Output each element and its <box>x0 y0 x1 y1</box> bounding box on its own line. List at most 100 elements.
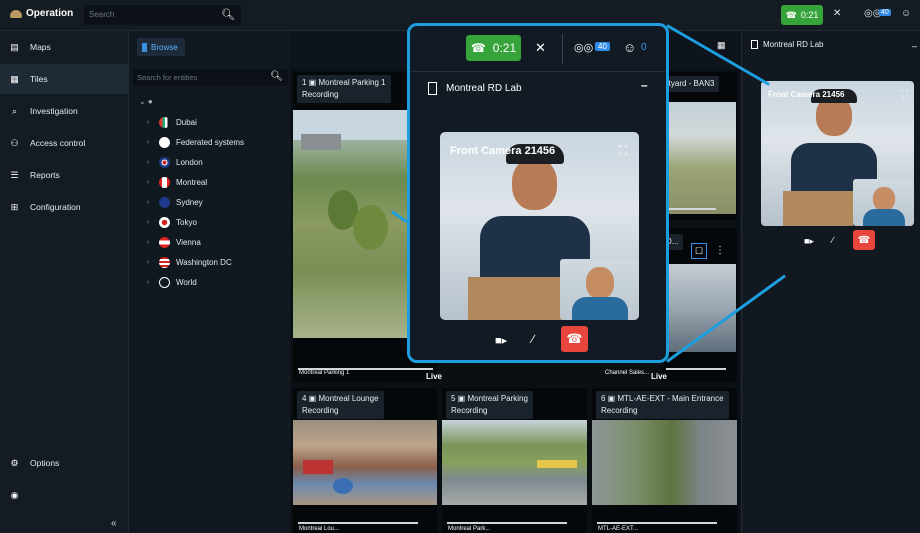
tree-item-label: Tokyo <box>176 217 197 227</box>
unlock-icon[interactable]: ☐ <box>691 243 707 259</box>
fullscreen-icon[interactable]: ⛶ <box>619 143 627 158</box>
sidebar-item-reports[interactable]: ☰ Reports <box>0 160 129 190</box>
live-indicator[interactable]: Live <box>651 372 667 381</box>
global-search-input[interactable]: Search 🔍︎ <box>84 5 241 25</box>
sidebar-item-tiles[interactable]: ▦ Tiles <box>0 64 129 94</box>
app-brand[interactable]: Operation <box>10 8 73 19</box>
tile-footer-name: Montreal Lou... <box>299 526 340 532</box>
chevron-right-icon: › <box>147 138 150 146</box>
sidebar-item-maps[interactable]: ▤ Maps <box>0 32 129 62</box>
door-icon <box>428 82 437 95</box>
playback-timeline[interactable] <box>447 522 567 524</box>
live-indicator[interactable]: Live <box>426 372 442 381</box>
tile-status: Recording <box>302 90 339 99</box>
gear-icon: ⚙ <box>10 457 19 468</box>
tree-item-world[interactable]: › World <box>147 275 197 289</box>
minimize-icon[interactable]: – <box>641 78 648 92</box>
callout-video[interactable]: Front Camera 21456 ⛶ <box>440 132 639 320</box>
tile-label: 5 ▣ Montreal Parking Recording <box>446 391 533 419</box>
map-icon: ▤ <box>10 41 19 52</box>
browse-tab[interactable]: Browse <box>137 38 185 56</box>
right-panel-video[interactable]: Front Camera 21456 ⛶ <box>761 81 914 226</box>
tile-number: 1 <box>302 78 307 87</box>
tree-item-tokyo[interactable]: › Tokyo <box>147 215 197 229</box>
federation-icon <box>159 136 170 148</box>
incidents-badge: 40 <box>879 9 891 16</box>
entity-search-input[interactable]: Search for entities 🔍︎ <box>133 69 288 86</box>
access-control-icon: ⚇ <box>10 137 19 148</box>
mute-microphone-icon[interactable]: ∕ <box>532 332 534 346</box>
active-call-button[interactable]: ☎ 0:21 <box>466 35 521 61</box>
tile-status: Recording <box>302 406 339 415</box>
mute-microphone-icon[interactable]: ∕ <box>832 235 834 245</box>
tile-number: 6 <box>601 394 606 403</box>
tile-footer-name: Channel Sales... <box>605 370 650 376</box>
tree-item-dubai[interactable]: › Dubai <box>147 115 197 129</box>
tile-camera-name: rtyard - BAN3 <box>666 79 715 88</box>
mute-notifications-icon[interactable]: ✕ <box>833 8 841 19</box>
chevron-right-icon: › <box>147 218 150 226</box>
tree-item-washington-dc[interactable]: › Washington DC <box>147 255 232 269</box>
globe-icon <box>159 276 170 288</box>
zoom-callout: ☎ 0:21 ✕ ◎◎ 40 ☺ 0 Montreal RD Lab – Fro… <box>407 23 669 363</box>
collapse-sidebar-icon[interactable]: « <box>111 518 117 529</box>
mute-notifications-icon[interactable]: ✕ <box>535 40 546 56</box>
tile-2[interactable]: rtyard - BAN3 <box>661 72 737 220</box>
global-search-placeholder: Search <box>89 10 115 19</box>
self-view-video <box>853 179 914 226</box>
tree-item-label: Sydney <box>176 197 203 207</box>
search-icon[interactable]: 🔍︎ <box>270 71 283 82</box>
tree-item-federated-systems[interactable]: › Federated systems <box>147 135 244 149</box>
visitor-icon[interactable]: ☺ <box>901 8 911 19</box>
playback-timeline[interactable] <box>597 522 717 524</box>
app-logo-icon <box>10 9 22 18</box>
minimize-icon[interactable]: – <box>912 41 917 51</box>
tile-camera-name: Montreal Parking <box>467 394 528 403</box>
caller-face <box>512 158 557 210</box>
fullscreen-icon[interactable]: ⛶ <box>902 89 908 100</box>
sidebar-item-access-control[interactable]: ⚇ Access control <box>0 128 129 158</box>
sidebar-item-options[interactable]: ⚙ Options <box>0 448 129 478</box>
caller-box <box>468 277 563 320</box>
playback-timeline[interactable] <box>666 368 726 370</box>
chevron-right-icon: › <box>147 258 150 266</box>
sidebar-item-configuration[interactable]: ⊞ Configuration <box>0 192 129 222</box>
search-icon[interactable]: 🔍︎ <box>221 8 235 21</box>
tree-item-vienna[interactable]: › Vienna <box>147 235 201 249</box>
tree-item-montreal[interactable]: › Montreal <box>147 175 207 189</box>
video-camera-icon[interactable]: ■▸ <box>804 236 814 247</box>
tile-4[interactable]: 4 ▣ Montreal Lounge Recording Montreal L… <box>293 388 437 533</box>
visitor-icon[interactable]: ☺ <box>623 40 636 55</box>
tile-label: rtyard - BAN3 <box>661 76 720 92</box>
end-call-button[interactable]: ☎ <box>853 230 875 250</box>
chevron-right-icon: › <box>147 238 150 246</box>
camera-title: Front Camera 21456 <box>768 90 845 99</box>
video-camera-icon[interactable]: ■▸ <box>495 334 507 347</box>
user-profile-button[interactable]: ◉ <box>0 480 129 510</box>
playback-timeline[interactable] <box>298 522 418 524</box>
tree-item-london[interactable]: › London <box>147 155 203 169</box>
tree-item-label: Washington DC <box>176 257 232 267</box>
tree-root[interactable]: ⌄ ● <box>139 97 153 106</box>
chevron-right-icon: › <box>147 118 150 126</box>
binoculars-icon[interactable]: ◎◎ <box>574 41 593 54</box>
tree-item-label: World <box>176 277 197 287</box>
tree-item-sydney[interactable]: › Sydney <box>147 195 203 209</box>
sidebar-item-investigation[interactable]: ⌕ Investigation <box>0 96 129 126</box>
tile-5[interactable]: 5 ▣ Montreal Parking Recording Montreal … <box>442 388 587 533</box>
tile-footer-name: Montreal Park... <box>448 526 491 532</box>
sidebar-item-label: Configuration <box>30 202 81 212</box>
tile-number: 5 <box>451 394 456 403</box>
sidebar-item-label: Tiles <box>30 74 48 84</box>
layout-icon[interactable]: ▦ <box>717 40 726 51</box>
app-title: Operation <box>26 8 74 19</box>
door-icon <box>751 40 758 49</box>
tile-status: Recording <box>601 406 638 415</box>
playback-timeline[interactable] <box>666 208 716 210</box>
tile-status: Recording <box>451 406 488 415</box>
tile-6[interactable]: 6 ▣ MTL-AE-EXT - Main Entrance Recording… <box>592 388 737 533</box>
active-call-button[interactable]: ☎ 0:21 <box>781 5 823 25</box>
more-options-icon[interactable]: ⋮ <box>715 245 725 256</box>
end-call-button[interactable]: ☎ <box>561 326 588 352</box>
sidebar-item-label: Maps <box>30 42 51 52</box>
